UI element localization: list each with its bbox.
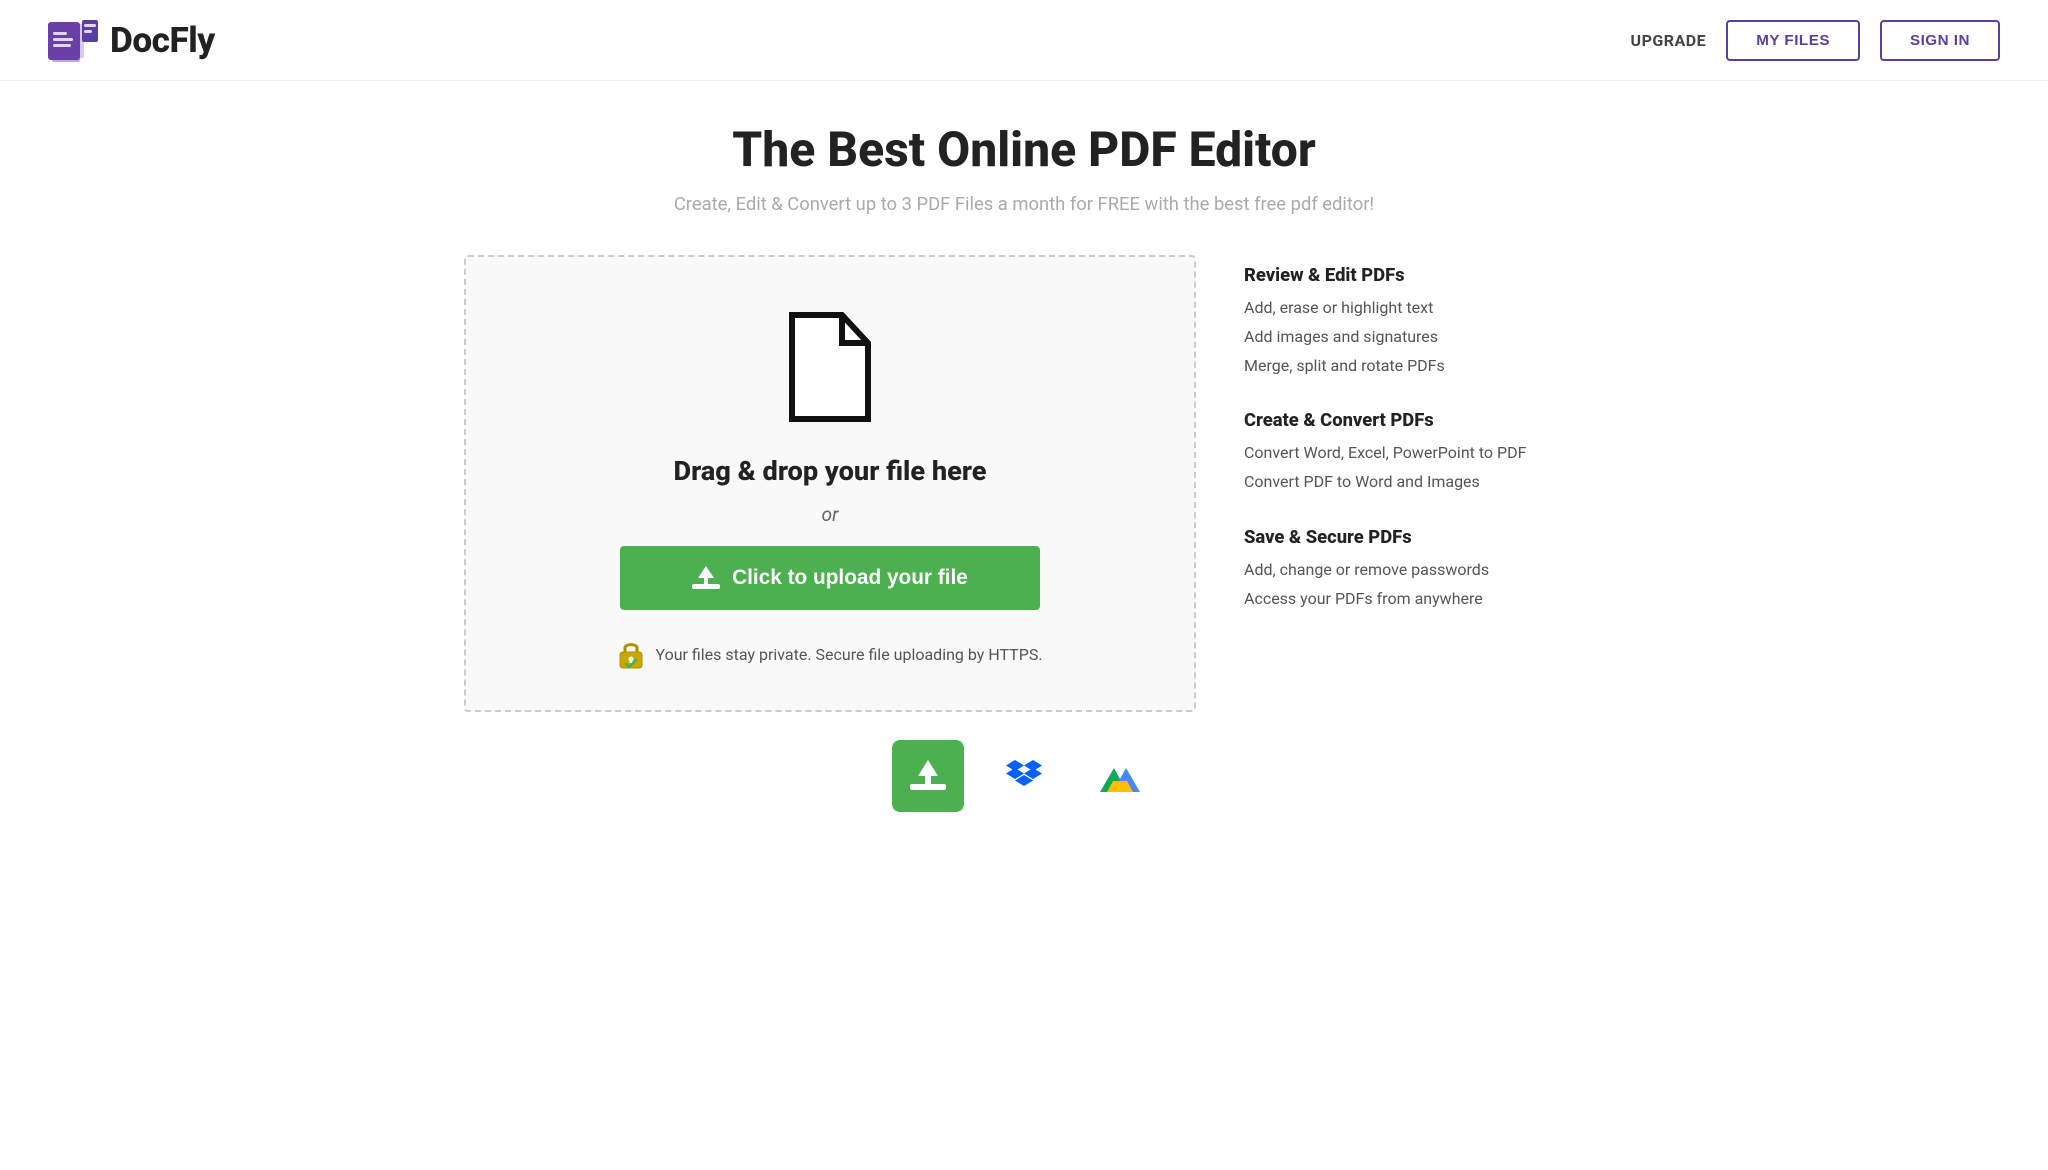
feature-item-1: Add, erase or highlight text [1244,294,1584,323]
feature-group-convert-title: Create & Convert PDFs [1244,410,1584,431]
feature-item-2: Add images and signatures [1244,323,1584,352]
upgrade-link[interactable]: UPGRADE [1631,31,1707,50]
google-drive-button[interactable] [1084,740,1156,812]
or-text: or [822,503,839,526]
feature-item-6: Add, change or remove passwords [1244,556,1584,585]
dropbox-icon [1002,754,1046,798]
docfly-logo-icon [48,18,100,62]
upload-btn-label: Click to upload your file [732,566,968,590]
feature-group-convert: Create & Convert PDFs Convert Word, Exce… [1244,410,1584,497]
feature-group-review-title: Review & Edit PDFs [1244,265,1584,286]
header: DocFly UPGRADE MY FILES SIGN IN [0,0,2048,81]
google-drive-icon [1098,754,1142,798]
feature-item-7: Access your PDFs from anywhere [1244,585,1584,614]
my-files-button[interactable]: MY FILES [1726,20,1860,61]
feature-group-review: Review & Edit PDFs Add, erase or highlig… [1244,265,1584,380]
upload-file-button[interactable]: Click to upload your file [620,546,1040,610]
main-content: The Best Online PDF Editor Create, Edit … [424,81,1624,842]
lock-icon [617,638,645,670]
hero-subtitle: Create, Edit & Convert up to 3 PDF Files… [464,194,1584,215]
security-text: Your files stay private. Secure file upl… [655,645,1042,664]
feature-group-secure: Save & Secure PDFs Add, change or remove… [1244,527,1584,614]
file-document-icon [780,307,880,431]
content-layout: Drag & drop your file here or Click to u… [464,255,1584,712]
drag-drop-text: Drag & drop your file here [673,455,986,487]
dropbox-button[interactable] [988,740,1060,812]
sign-in-button[interactable]: SIGN IN [1880,20,2000,61]
local-upload-icon [910,758,946,794]
upload-dropzone[interactable]: Drag & drop your file here or Click to u… [464,255,1196,712]
security-notice: Your files stay private. Secure file upl… [617,638,1042,670]
feature-group-secure-title: Save & Secure PDFs [1244,527,1584,548]
feature-item-4: Convert Word, Excel, PowerPoint to PDF [1244,439,1584,468]
upload-arrow-icon [692,564,720,592]
logo-text: DocFly [110,19,215,61]
hero-title: The Best Online PDF Editor [464,121,1584,178]
bottom-icons [464,740,1584,812]
header-nav: UPGRADE MY FILES SIGN IN [1631,20,2000,61]
feature-item-3: Merge, split and rotate PDFs [1244,352,1584,381]
logo: DocFly [48,18,215,62]
local-upload-button[interactable] [892,740,964,812]
features-panel: Review & Edit PDFs Add, erase or highlig… [1244,255,1584,644]
feature-item-5: Convert PDF to Word and Images [1244,468,1584,497]
